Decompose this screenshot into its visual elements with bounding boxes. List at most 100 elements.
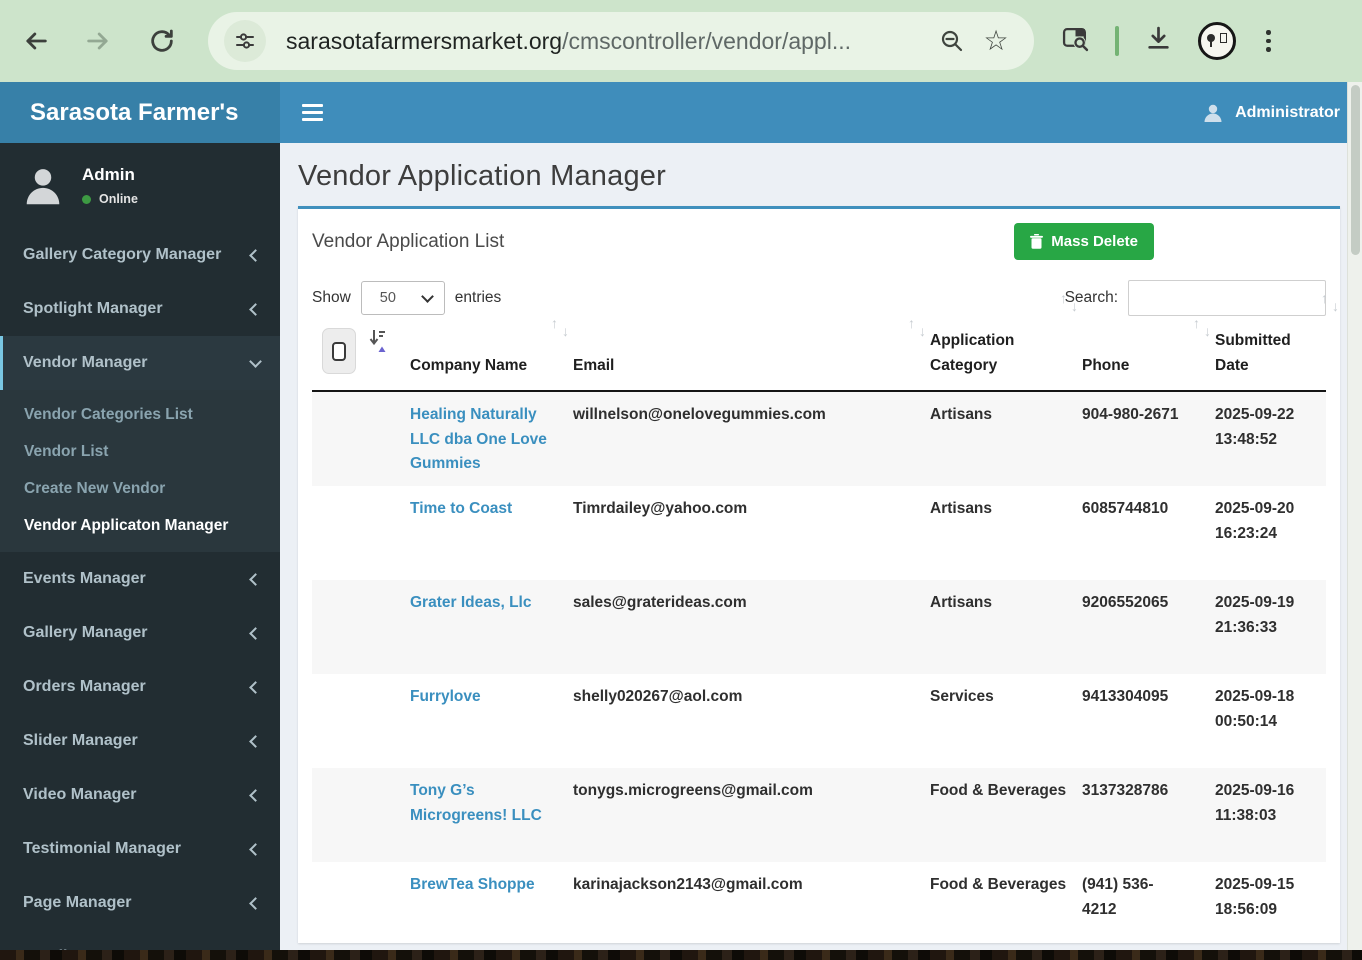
sort-icon: ↑↓ bbox=[1193, 311, 1211, 337]
page-scrollbar[interactable] bbox=[1347, 82, 1362, 950]
select-all-checkbox[interactable] bbox=[322, 328, 356, 374]
trash-icon bbox=[1030, 234, 1043, 249]
extension-indicator bbox=[1115, 26, 1119, 56]
forward-icon[interactable] bbox=[78, 21, 118, 61]
sidebar-item-create-new-vendor[interactable]: Create New Vendor bbox=[0, 470, 280, 507]
main-content: Vendor Application Manager Vendor Applic… bbox=[280, 143, 1362, 950]
profile-avatar[interactable] bbox=[1198, 22, 1236, 60]
table-header: Company Name ↑↓ Email ↑↓ Application Cat… bbox=[312, 328, 1326, 392]
submitted-cell: 2025-09-18 00:50:14 bbox=[1215, 685, 1326, 734]
category-cell: Food & Beverages bbox=[930, 873, 1082, 898]
column-header-phone[interactable]: Phone ↑↓ bbox=[1082, 353, 1215, 378]
table-row: Furrylove shelly020267@aol.com Services … bbox=[312, 674, 1326, 768]
sidebar-item-gallery-manager[interactable]: Gallery Manager bbox=[0, 606, 280, 660]
sidebar-item-vendor-manager[interactable]: Vendor Manager bbox=[0, 336, 280, 390]
email-cell: Timrdailey@yahoo.com bbox=[573, 497, 930, 522]
sidebar-item-slider-manager[interactable]: Slider Manager bbox=[0, 714, 280, 768]
user-panel: Admin Online bbox=[0, 143, 280, 228]
column-header-email[interactable]: Email ↑↓ bbox=[573, 353, 930, 378]
submitted-cell: 2025-09-20 16:23:24 bbox=[1215, 497, 1326, 546]
online-status: Online bbox=[99, 192, 138, 206]
scrollbar-thumb[interactable] bbox=[1351, 85, 1360, 255]
category-cell: Artisans bbox=[930, 497, 1082, 522]
site-settings-icon[interactable] bbox=[224, 20, 266, 62]
show-label: Show bbox=[312, 289, 351, 307]
phone-cell: 904-980-2671 bbox=[1082, 403, 1215, 428]
sort-active-icon bbox=[369, 328, 387, 362]
table-row: Healing Naturally LLC dba One Love Gummi… bbox=[312, 392, 1326, 486]
search-input[interactable] bbox=[1128, 280, 1326, 316]
download-icon[interactable] bbox=[1145, 25, 1172, 57]
company-link[interactable]: Grater Ideas, Llc bbox=[410, 594, 531, 611]
screen: sarasotafarmersmarket.org/cmscontroller/… bbox=[0, 0, 1362, 960]
phone-cell: 3137328786 bbox=[1082, 779, 1215, 804]
company-link[interactable]: Healing Naturally LLC dba One Love Gummi… bbox=[410, 406, 547, 472]
chevron-left-icon bbox=[249, 573, 262, 586]
sidebar-item-gallery-category-manager[interactable]: Gallery Category Manager bbox=[0, 228, 280, 282]
table-row: Tony G’s Microgreens! LLC tonygs.microgr… bbox=[312, 768, 1326, 862]
reload-icon[interactable] bbox=[142, 21, 182, 61]
sidebar-item-vendor-application-manager[interactable]: Vendor Applicaton Manager bbox=[0, 507, 280, 544]
zoom-out-icon[interactable] bbox=[930, 19, 974, 63]
table-row: Time to Coast Timrdailey@yahoo.com Artis… bbox=[312, 486, 1326, 580]
phone-cell: 9413304095 bbox=[1082, 685, 1215, 710]
tab-search-icon[interactable] bbox=[1062, 25, 1089, 57]
column-header-submitted-date[interactable]: Submitted Date ↑↓ bbox=[1215, 328, 1326, 378]
user-avatar-icon bbox=[20, 163, 66, 209]
online-dot bbox=[82, 195, 91, 204]
chevron-left-icon bbox=[249, 735, 262, 748]
sort-icon: ↑↓ bbox=[1321, 286, 1339, 312]
sidebar: Admin Online Gallery Category Manager Sp… bbox=[0, 143, 280, 950]
sidebar-item-testimonial-manager[interactable]: Testimonial Manager bbox=[0, 822, 280, 876]
company-link[interactable]: Tony G’s Microgreens! LLC bbox=[410, 782, 542, 824]
category-cell: Food & Beverages bbox=[930, 779, 1082, 804]
column-header-select-all[interactable] bbox=[312, 328, 410, 374]
company-link[interactable]: BrewTea Shoppe bbox=[410, 876, 535, 893]
chevron-down-icon bbox=[249, 355, 262, 368]
mass-delete-button[interactable]: Mass Delete bbox=[1014, 223, 1154, 260]
page-size-select[interactable]: 50 bbox=[361, 281, 445, 315]
url-domain: sarasotafarmersmarket.org bbox=[286, 28, 562, 54]
chevron-down-icon bbox=[421, 290, 434, 303]
sidebar-item-video-manager[interactable]: Video Manager bbox=[0, 768, 280, 822]
sidebar-item-vendor-categories-list[interactable]: Vendor Categories List bbox=[0, 396, 280, 433]
email-cell: karinajackson2143@gmail.com bbox=[573, 873, 930, 898]
sidebar-item-scroll-manager[interactable]: Scroll Manager bbox=[0, 930, 280, 950]
column-header-company-name[interactable]: Company Name ↑↓ bbox=[410, 353, 573, 378]
url-text: sarasotafarmersmarket.org/cmscontroller/… bbox=[286, 28, 930, 55]
sidebar-item-spotlight-manager[interactable]: Spotlight Manager bbox=[0, 282, 280, 336]
admin-menu[interactable]: Administrator bbox=[1201, 101, 1340, 125]
url-path: /cmscontroller/vendor/appl... bbox=[562, 28, 851, 54]
sidebar-item-events-manager[interactable]: Events Manager bbox=[0, 552, 280, 606]
admin-label: Administrator bbox=[1235, 104, 1340, 122]
person-icon bbox=[1201, 101, 1225, 125]
phone-cell: 9206552065 bbox=[1082, 591, 1215, 616]
phone-cell: (941) 536-4212 bbox=[1082, 873, 1215, 922]
chevron-left-icon bbox=[249, 897, 262, 910]
table-row: Grater Ideas, Llc sales@graterideas.com … bbox=[312, 580, 1326, 674]
toolbar-right-icons bbox=[1062, 22, 1275, 60]
entries-label: entries bbox=[455, 289, 502, 307]
column-header-application-category[interactable]: Application Category ↑↓ bbox=[930, 328, 1082, 378]
company-link[interactable]: Furrylove bbox=[410, 688, 481, 705]
chevron-left-icon bbox=[249, 249, 262, 262]
sidebar-item-page-manager[interactable]: Page Manager bbox=[0, 876, 280, 930]
sidebar-item-orders-manager[interactable]: Orders Manager bbox=[0, 660, 280, 714]
category-cell: Artisans bbox=[930, 403, 1082, 428]
sort-icon: ↑↓ bbox=[551, 311, 569, 337]
submitted-cell: 2025-09-15 18:56:09 bbox=[1215, 873, 1326, 922]
sort-icon: ↑↓ bbox=[908, 311, 926, 337]
back-icon[interactable] bbox=[16, 21, 56, 61]
submitted-cell: 2025-09-22 13:48:52 bbox=[1215, 403, 1326, 452]
bookmark-star-icon[interactable]: ☆ bbox=[974, 19, 1018, 63]
browser-menu-icon[interactable] bbox=[1262, 26, 1275, 56]
brand-logo[interactable]: Sarasota Farmer's bbox=[0, 82, 280, 143]
user-name: Admin bbox=[82, 165, 138, 185]
email-cell: sales@graterideas.com bbox=[573, 591, 930, 616]
sidebar-item-vendor-list[interactable]: Vendor List bbox=[0, 433, 280, 470]
table-row: BrewTea Shoppe karinajackson2143@gmail.c… bbox=[312, 862, 1326, 943]
url-bar[interactable]: sarasotafarmersmarket.org/cmscontroller/… bbox=[208, 12, 1034, 70]
company-link[interactable]: Time to Coast bbox=[410, 500, 512, 517]
email-cell: shelly020267@aol.com bbox=[573, 685, 930, 710]
sidebar-toggle-icon[interactable] bbox=[296, 98, 329, 128]
